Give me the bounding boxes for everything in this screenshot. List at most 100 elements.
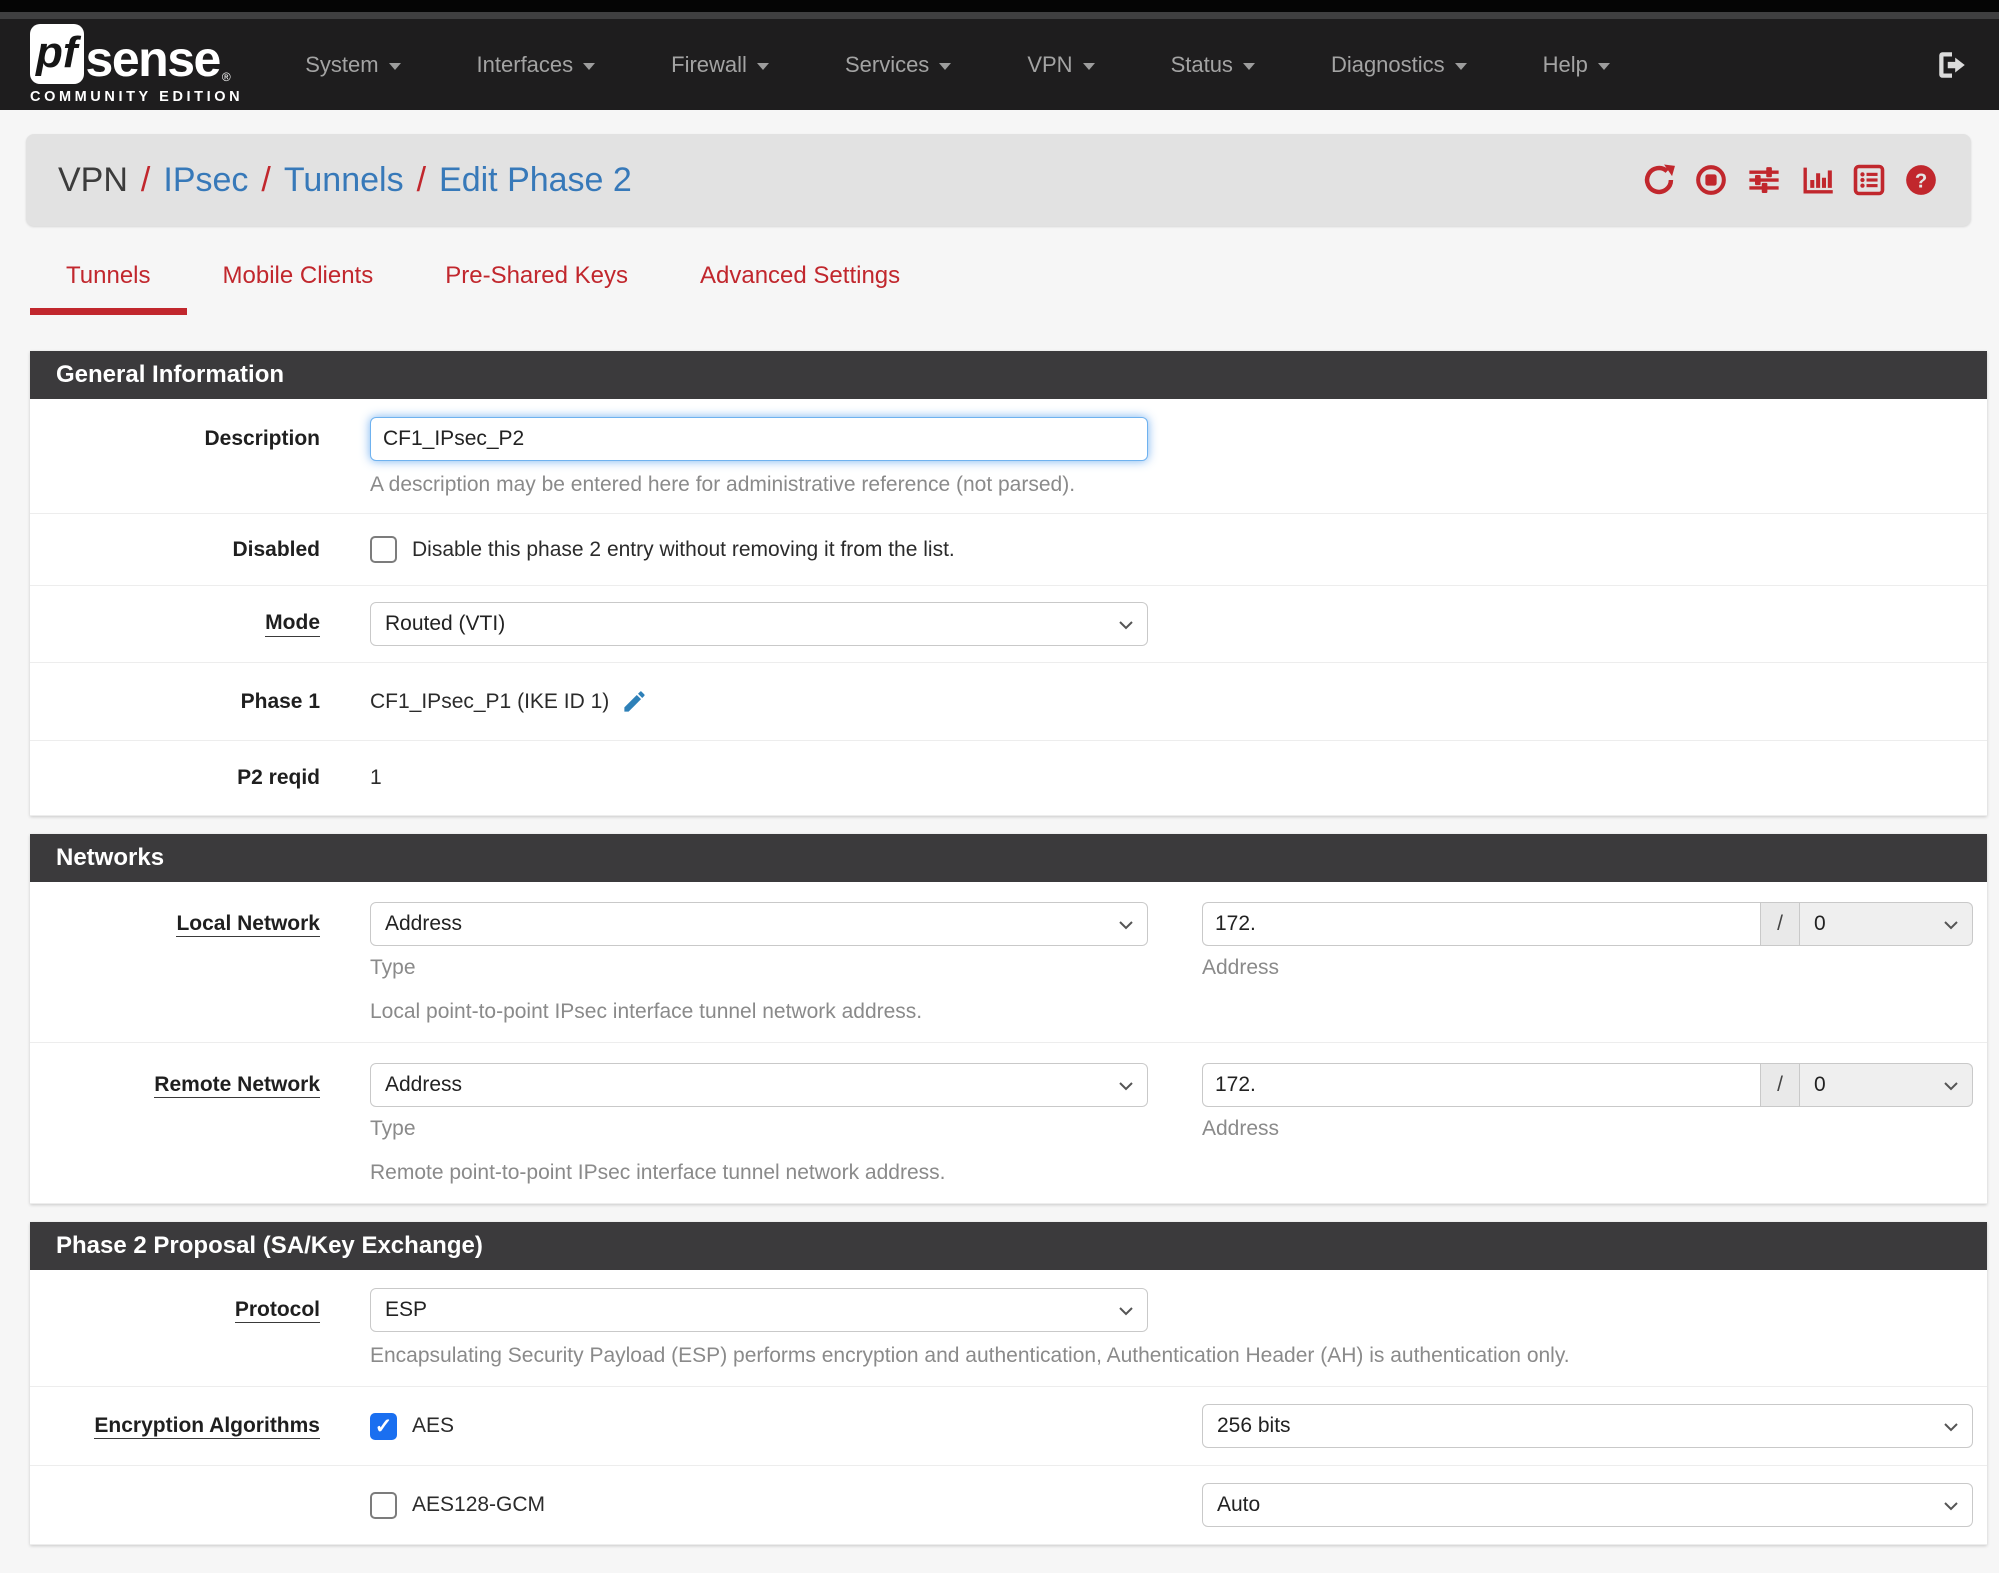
disabled-checkbox-label[interactable]: Disable this phase 2 entry without remov…	[412, 538, 955, 562]
remote-network-cidr-select[interactable]: 0	[1800, 1063, 1973, 1107]
menu-status[interactable]: Status	[1171, 52, 1255, 78]
networks-panel: Networks Local Network Address Type 172.…	[30, 834, 1987, 1204]
mode-row: Mode Routed (VTI)	[30, 586, 1987, 663]
disabled-checkbox[interactable]	[370, 536, 397, 563]
stop-icon[interactable]	[1693, 162, 1729, 198]
tab-tunnels[interactable]: Tunnels	[30, 262, 187, 315]
phase1-row: Phase 1 CF1_IPsec_P1 (IKE ID 1)	[30, 663, 1987, 741]
aes128-gcm-label[interactable]: AES128-GCM	[412, 1493, 545, 1517]
disabled-row: Disabled Disable this phase 2 entry with…	[30, 514, 1987, 586]
menu-services-label: Services	[844, 51, 930, 77]
chevron-down-icon	[756, 62, 769, 70]
main-menu: System Interfaces Firewall Services VPN …	[305, 52, 1610, 78]
window-top-strip	[0, 0, 1999, 12]
menu-firewall[interactable]: Firewall	[671, 52, 769, 78]
menu-vpn-label: VPN	[1027, 51, 1073, 77]
description-input[interactable]	[370, 417, 1148, 461]
chevron-down-icon	[1118, 620, 1134, 630]
remote-network-type-value: Address	[385, 1073, 463, 1096]
breadcrumb-ipsec-link[interactable]: IPsec	[163, 161, 248, 200]
menu-services[interactable]: Services	[844, 51, 952, 78]
aes-checkbox[interactable]	[370, 1412, 397, 1440]
local-network-address-input[interactable]	[1202, 902, 1760, 946]
menu-system[interactable]: System	[305, 52, 401, 78]
remote-network-address-input[interactable]	[1202, 1063, 1760, 1107]
aes128-gcm-key-length-value: Auto	[1217, 1493, 1261, 1516]
status-chart-icon[interactable]	[1799, 162, 1835, 198]
mode-select[interactable]: Routed (VTI)	[370, 602, 1148, 646]
local-network-address-help: Address	[1202, 956, 1280, 979]
edit-pencil-icon[interactable]	[621, 688, 648, 715]
aes-label[interactable]: AES	[412, 1414, 454, 1438]
menu-vpn[interactable]: VPN	[1027, 51, 1095, 78]
aes-key-length-value: 256 bits	[1217, 1414, 1291, 1437]
aes128-gcm-key-length-select[interactable]: Auto	[1202, 1483, 1973, 1527]
menu-interfaces-label: Interfaces	[476, 51, 574, 77]
protocol-label: Protocol	[234, 1298, 320, 1323]
mode-label: Mode	[30, 611, 370, 637]
phase1-label: Phase 1	[240, 689, 320, 713]
chevron-down-icon	[1597, 62, 1610, 70]
tab-bar: Tunnels Mobile Clients Pre-Shared Keys A…	[30, 262, 1969, 315]
menu-help[interactable]: Help	[1543, 52, 1610, 78]
phase2-proposal-panel: Phase 2 Proposal (SA/Key Exchange) Proto…	[30, 1222, 1987, 1545]
menu-firewall-label: Firewall	[671, 51, 747, 77]
sliders-icon[interactable]	[1745, 162, 1783, 198]
general-information-panel: General Information Description A descri…	[30, 351, 1987, 816]
breadcrumb-edit-phase-2[interactable]: Edit Phase 2	[439, 161, 632, 200]
pfsense-logo[interactable]: pf sense ® COMMUNITY EDITION	[30, 24, 243, 105]
breadcrumb-tunnels-link[interactable]: Tunnels	[284, 161, 404, 200]
menu-diagnostics[interactable]: Diagnostics	[1331, 52, 1467, 78]
chevron-down-icon	[1242, 62, 1255, 70]
local-network-cidr-select[interactable]: 0	[1800, 902, 1973, 946]
local-network-help: Local point-to-point IPsec interface tun…	[370, 1000, 923, 1023]
tab-pre-shared-keys[interactable]: Pre-Shared Keys	[409, 262, 664, 315]
remote-network-help: Remote point-to-point IPsec interface tu…	[370, 1161, 946, 1184]
local-network-row: Local Network Address Type /	[30, 882, 1987, 1043]
protocol-help: Encapsulating Security Payload (ESP) per…	[370, 1344, 1570, 1367]
general-information-header: General Information	[30, 351, 1987, 399]
svg-text:?: ?	[1915, 170, 1927, 192]
chevron-down-icon	[1082, 62, 1095, 70]
protocol-select-value: ESP	[385, 1298, 428, 1321]
local-network-cidr-value: 0	[1814, 912, 1826, 935]
menu-status-label: Status	[1170, 51, 1233, 77]
cidr-separator: /	[1760, 1063, 1800, 1107]
pfsense-logo-subtitle: COMMUNITY EDITION	[30, 89, 244, 105]
chevron-down-icon	[1943, 1501, 1959, 1511]
cidr-separator: /	[1760, 902, 1800, 946]
aes128-gcm-checkbox[interactable]	[370, 1491, 397, 1519]
local-network-label: Local Network	[176, 912, 320, 937]
local-network-type-select[interactable]: Address	[370, 902, 1148, 946]
description-label: Description	[204, 427, 320, 450]
remote-network-row: Remote Network Address Type /	[30, 1043, 1987, 1204]
encryption-aes128gcm-row: AES128-GCM Auto	[30, 1466, 1987, 1545]
top-navbar: pf sense ® COMMUNITY EDITION System Inte…	[0, 19, 1999, 110]
chevron-down-icon	[1943, 920, 1959, 930]
remote-network-type-select[interactable]: Address	[370, 1063, 1148, 1107]
menu-interfaces[interactable]: Interfaces	[477, 52, 596, 78]
protocol-select[interactable]: ESP	[370, 1288, 1148, 1332]
menu-diagnostics-label: Diagnostics	[1330, 51, 1445, 77]
breadcrumb-separator: /	[416, 160, 427, 199]
sign-out-icon[interactable]	[1935, 48, 1969, 82]
window-top-strip-2	[0, 12, 1999, 19]
remote-network-cidr-value: 0	[1814, 1073, 1826, 1096]
chevron-down-icon	[1943, 1081, 1959, 1091]
tab-advanced-settings[interactable]: Advanced Settings	[664, 262, 936, 315]
log-list-icon[interactable]	[1851, 162, 1887, 198]
local-network-type-help: Type	[370, 956, 416, 979]
local-network-type-value: Address	[385, 912, 463, 935]
p2-reqid-row: P2 reqid 1	[30, 741, 1987, 816]
breadcrumb: VPN / IPsec / Tunnels / Edit Phase 2	[58, 161, 632, 200]
networks-header: Networks	[30, 834, 1987, 882]
chevron-down-icon	[1454, 62, 1467, 70]
refresh-icon[interactable]	[1641, 162, 1677, 198]
help-icon[interactable]: ?	[1903, 162, 1939, 198]
page-action-icons: ?	[1641, 162, 1939, 198]
mode-select-value: Routed (VTI)	[385, 612, 506, 635]
tab-mobile-clients[interactable]: Mobile Clients	[187, 262, 410, 315]
chevron-down-icon	[583, 62, 596, 70]
encryption-algorithms-label: Encryption Algorithms	[94, 1414, 320, 1439]
aes-key-length-select[interactable]: 256 bits	[1202, 1404, 1973, 1448]
